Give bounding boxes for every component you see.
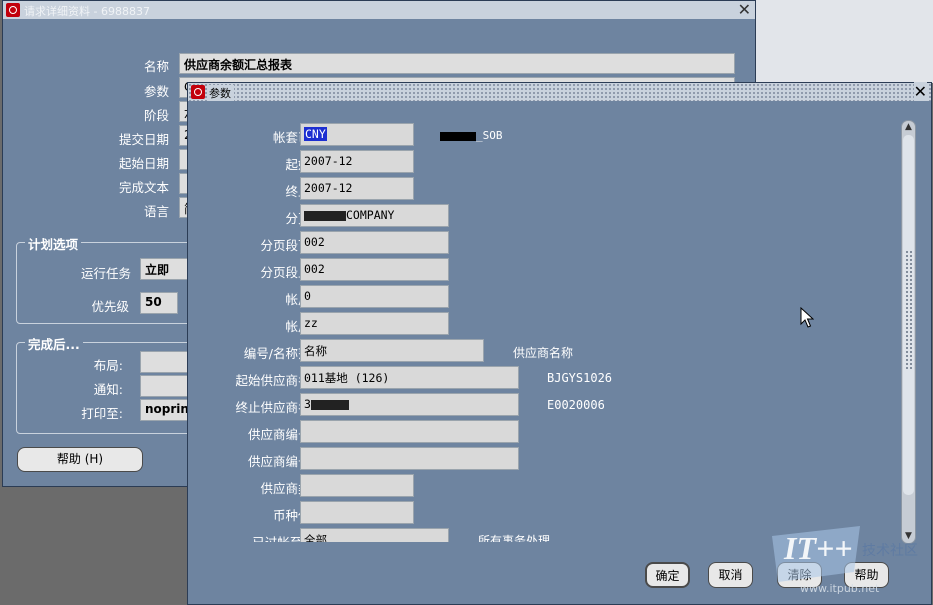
param-supplier-type-field[interactable] [300, 474, 414, 497]
param-supplier-number-from-field[interactable] [300, 420, 519, 443]
parameters-dialog-title: 参数 [209, 85, 234, 101]
close-icon[interactable]: ✕ [913, 82, 927, 101]
param-supplier-number-to-field[interactable] [300, 447, 519, 470]
help-button[interactable]: 帮助 (H) [17, 447, 143, 472]
param-supplier-name-from-note: BJGYS1026 [547, 371, 613, 385]
param-number-name-range-note: 供应商名称 [513, 346, 574, 360]
redaction-mark [304, 210, 346, 221]
upon-completion-title: 完成后... [25, 334, 83, 353]
param-page-segment-low-field[interactable]: 002 [300, 231, 449, 254]
param-page-segment-field[interactable]: COMPANY [300, 204, 449, 227]
priority-label: 优先级 [91, 299, 129, 314]
oracle-logo-icon [6, 3, 20, 17]
request-name-field[interactable]: 供应商余额汇总报表 [179, 53, 735, 74]
redaction-mark [310, 399, 349, 410]
cancel-button[interactable]: 取消 [708, 562, 753, 588]
scrollbar-thumb[interactable] [903, 135, 914, 495]
param-supplier-name-to-field[interactable]: 3 [300, 393, 519, 416]
param-ledger-currency-field[interactable]: CNY [300, 123, 414, 146]
close-icon[interactable]: ✕ [738, 0, 751, 19]
parameters-dialog-titlebar[interactable]: 参数 ✕ [188, 82, 931, 101]
schedule-options-title: 计划选项 [25, 234, 82, 253]
selected-text: CNY [304, 127, 327, 141]
watermark-brand: IT++ [784, 530, 853, 566]
background-strip [756, 0, 933, 83]
ok-button[interactable]: 确定 [645, 562, 690, 588]
redaction-mark [440, 131, 476, 141]
param-number-name-range-field[interactable]: 名称 [300, 339, 484, 362]
request-window-titlebar[interactable]: 请求详细资料 - 6988837 ✕ [3, 0, 755, 19]
scroll-up-icon[interactable]: ▲ [902, 121, 915, 134]
param-supplier-name-from-field[interactable]: 011基地 (126) [300, 366, 519, 389]
watermark-subtitle: 技术社区 [862, 543, 918, 559]
oracle-logo-icon [191, 85, 205, 99]
field-label-submit-date: 提交日期 [118, 132, 169, 147]
param-account-from-field[interactable]: 0 [300, 285, 449, 308]
param-currency-code-field[interactable] [300, 501, 414, 524]
layout-label: 布局: [93, 358, 123, 373]
field-label-name: 名称 [143, 59, 169, 74]
param-posted-to-gl-note: 所有事务处理 [478, 534, 551, 542]
vertical-scrollbar[interactable]: ▲ ▼ [901, 120, 916, 544]
param-end-period-field[interactable]: 2007-12 [300, 177, 414, 200]
param-page-segment-high-field[interactable]: 002 [300, 258, 449, 281]
scrollbar-grip [905, 250, 912, 370]
watermark-url: www.itpub.net [800, 582, 880, 595]
param-ledger-currency-note: _SOB [440, 129, 503, 142]
notify-label: 通知: [93, 382, 123, 397]
param-supplier-name-to-note: E0020006 [547, 398, 605, 412]
field-label-language: 语言 [143, 204, 169, 219]
request-window-title: 请求详细资料 - 6988837 [24, 5, 150, 18]
field-label-completion-text: 完成文本 [118, 180, 169, 195]
field-label-start-date: 起始日期 [118, 156, 169, 171]
run-job-label: 运行任务 [80, 266, 131, 281]
param-posted-to-gl-field[interactable]: 全部 [300, 528, 449, 542]
field-label-phase: 阶段 [143, 108, 169, 123]
priority-field[interactable]: 50 [140, 292, 178, 314]
field-label-parameters: 参数 [143, 84, 169, 99]
param-start-period-field[interactable]: 2007-12 [300, 150, 414, 173]
mouse-pointer-icon [800, 307, 814, 328]
print-to-label: 打印至: [81, 406, 123, 421]
itpub-watermark: IT++ 技术社区 www.itpub.net [770, 524, 930, 602]
param-account-to-field[interactable]: zz [300, 312, 449, 335]
